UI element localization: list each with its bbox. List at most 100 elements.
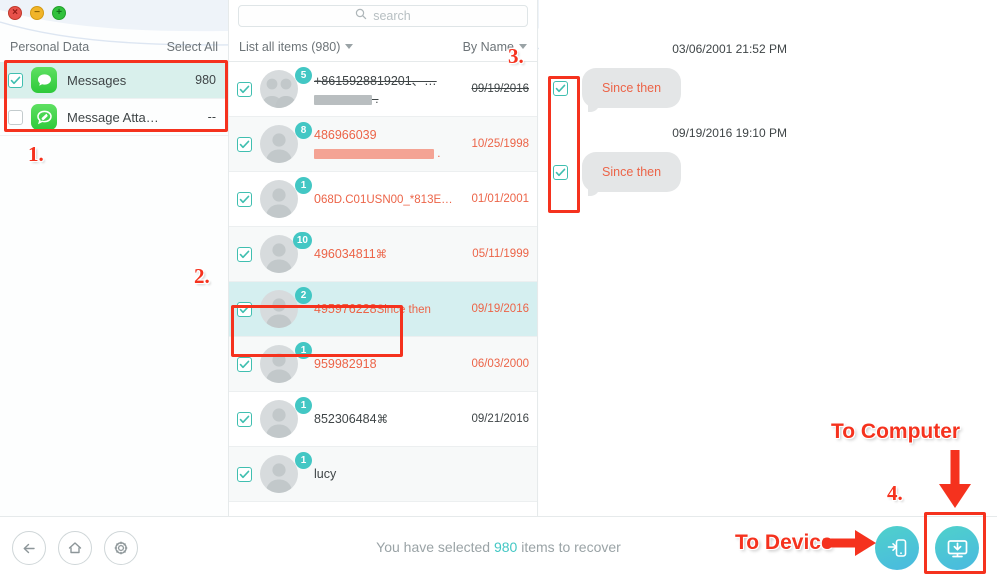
row-date: 09/21/2016	[465, 413, 537, 425]
avatar: 10	[260, 235, 306, 273]
row-checkbox[interactable]	[237, 247, 252, 262]
avatar: 1	[260, 180, 306, 218]
status-count: 980	[494, 539, 517, 555]
chevron-down-icon	[345, 44, 353, 49]
row-date: 10/25/1998	[465, 138, 537, 150]
filter-label: List all items (980)	[239, 40, 340, 54]
message-attachment-icon	[31, 104, 57, 130]
row-subtitle: 68D.C01USN00_*813E…	[321, 194, 453, 206]
search-bar: search	[229, 0, 537, 32]
row-date: 01/01/2001	[465, 193, 537, 205]
sidebar-item-label: Messages	[67, 73, 195, 88]
sidebar-header: Personal Data Select All	[0, 32, 228, 62]
search-icon	[355, 7, 367, 25]
phone-export-icon	[885, 536, 909, 560]
row-subtitle: Since then	[377, 304, 431, 316]
minimize-icon[interactable]: −	[30, 6, 44, 20]
row-date: 05/11/1999	[465, 248, 537, 260]
sidebar-attachments-checkbox[interactable]	[8, 110, 23, 125]
list-toolbar: List all items (980) By Name	[229, 32, 537, 62]
row-date: 09/19/2016	[465, 303, 537, 315]
status-suffix: items to recover	[521, 539, 621, 555]
row-title: +8615928819201、…	[314, 74, 437, 88]
row-checkbox[interactable]	[237, 192, 252, 207]
row-checkbox[interactable]	[237, 467, 252, 482]
chat-message-checkbox[interactable]	[553, 81, 568, 96]
row-checkbox[interactable]	[237, 357, 252, 372]
table-row[interactable]: 5+8615928819201、… . 09/19/2016	[229, 62, 537, 117]
recover-action-buttons	[875, 526, 979, 570]
sidebar-item-messages[interactable]: Messages 980	[0, 62, 228, 99]
search-placeholder: search	[373, 9, 411, 23]
row-title: 852306484	[314, 412, 377, 426]
row-date: 06/03/2000	[465, 358, 537, 370]
table-row[interactable]: 10 496034811⌘ 05/11/1999	[229, 227, 537, 282]
sidebar-messages-checkbox[interactable]	[8, 73, 23, 88]
chat-message-checkbox[interactable]	[553, 165, 568, 180]
avatar: 2	[260, 290, 306, 328]
table-row[interactable]: 1lucy	[229, 447, 537, 502]
message-rows: 5+8615928819201、… .09/19/20168486966039 …	[229, 62, 537, 502]
conversation-panel: 03/06/2001 21:52 PM Since then 09/19/201…	[539, 0, 997, 516]
sidebar: Personal Data Select All Messages 980	[0, 0, 228, 516]
chevron-down-icon	[519, 44, 527, 49]
row-date: 09/19/2016	[465, 83, 537, 95]
select-all-button[interactable]: Select All	[167, 40, 218, 54]
row-title: 959982918	[314, 357, 377, 371]
to-device-button[interactable]	[875, 526, 919, 570]
sidebar-item-message-attachments[interactable]: Message Atta… --	[0, 99, 228, 136]
table-row[interactable]: 2495976228Since then09/19/2016	[229, 282, 537, 337]
row-subtitle: .	[314, 94, 378, 106]
avatar: 1	[260, 345, 306, 383]
sidebar-item-count: --	[208, 110, 228, 124]
app-window: × − + Personal Data Select All Messages …	[0, 0, 997, 578]
row-title: 496034811	[314, 247, 376, 261]
filter-dropdown[interactable]: List all items (980)	[239, 40, 353, 54]
unread-badge: 8	[295, 122, 312, 139]
unread-badge: 2	[295, 287, 312, 304]
sort-dropdown[interactable]: By Name	[463, 40, 527, 54]
row-title: 495976228	[314, 302, 377, 316]
row-title: 486966039	[314, 128, 377, 142]
sidebar-item-label: Message Atta…	[67, 110, 208, 125]
chat-bubble[interactable]: Since then	[582, 68, 681, 108]
close-icon[interactable]: ×	[8, 6, 22, 20]
table-row[interactable]: 1 852306484⌘ 09/21/2016	[229, 392, 537, 447]
table-row[interactable]: 1068D.C01USN00_*813E… 01/01/2001	[229, 172, 537, 227]
maximize-icon[interactable]: +	[52, 6, 66, 20]
avatar: 8	[260, 125, 306, 163]
unread-badge: 5	[295, 67, 312, 84]
table-row[interactable]: 8486966039 .10/25/1998	[229, 117, 537, 172]
unread-badge: 1	[295, 452, 312, 469]
unread-badge: 1	[295, 177, 312, 194]
sidebar-item-count: 980	[195, 73, 228, 87]
avatar: 1	[260, 455, 306, 493]
chat-bubble[interactable]: Since then	[582, 152, 681, 192]
row-subtitle: ⌘	[377, 414, 389, 426]
row-checkbox[interactable]	[237, 82, 252, 97]
row-subtitle: .	[314, 148, 440, 160]
computer-download-icon	[945, 536, 970, 561]
window-controls: × − +	[8, 6, 66, 20]
row-checkbox[interactable]	[237, 412, 252, 427]
unread-badge: 1	[295, 342, 312, 359]
chat-timestamp: 03/06/2001 21:52 PM	[539, 42, 997, 56]
table-row[interactable]: 195998291806/03/2000	[229, 337, 537, 392]
avatar: 1	[260, 400, 306, 438]
sort-label: By Name	[463, 40, 514, 54]
chat-message: Since then	[539, 152, 997, 192]
personal-data-label: Personal Data	[10, 40, 89, 54]
status-prefix: You have selected	[376, 539, 490, 555]
chat-message: Since then	[539, 68, 997, 108]
search-input[interactable]: search	[238, 5, 528, 27]
footer-toolbar: You have selected 980 items to recover	[0, 516, 997, 578]
row-title: lucy	[314, 467, 336, 481]
row-title: 0	[314, 192, 321, 206]
message-bubble-icon	[31, 67, 57, 93]
status-text: You have selected 980 items to recover	[0, 539, 997, 555]
to-computer-button[interactable]	[935, 526, 979, 570]
row-checkbox[interactable]	[237, 137, 252, 152]
row-subtitle: ⌘	[376, 249, 388, 261]
message-list-panel: search List all items (980) By Name 5+86…	[228, 0, 538, 516]
row-checkbox[interactable]	[237, 302, 252, 317]
